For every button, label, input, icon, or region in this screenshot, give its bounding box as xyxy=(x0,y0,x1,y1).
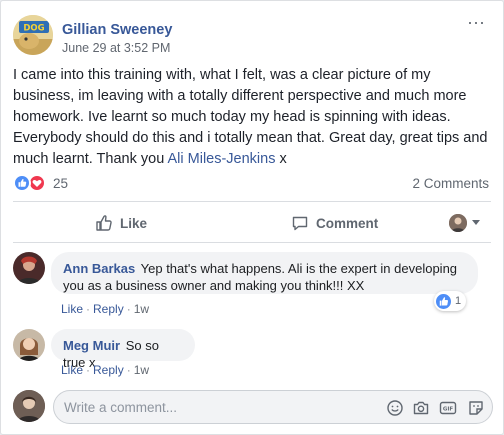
comment-reaction-count: 1 xyxy=(455,295,462,307)
comment-box: GIF xyxy=(53,390,493,424)
post-card: DOG Gillian Sweeney June 29 at 3:52 PM ·… xyxy=(0,0,504,435)
camera-icon[interactable] xyxy=(412,399,430,417)
comment-time[interactable]: 1w xyxy=(134,363,149,377)
reactions-bar: 25 2 Comments xyxy=(13,174,489,192)
divider xyxy=(13,242,491,243)
viewer-selector[interactable] xyxy=(449,214,485,234)
comment-input[interactable] xyxy=(64,391,364,423)
commenter-avatar[interactable] xyxy=(13,252,45,284)
comment-actions: Like · Reply · 1w xyxy=(61,302,150,316)
comment-reply-link[interactable]: Reply xyxy=(93,302,124,316)
mention-link[interactable]: Ali Miles-Jenkins xyxy=(168,151,276,167)
comment-count-link[interactable]: 2 Comments xyxy=(412,176,489,191)
comment-bubble: Meg Muir So so true x xyxy=(51,329,195,370)
sticker-icon[interactable] xyxy=(467,399,485,417)
author-avatar[interactable]: DOG xyxy=(13,15,53,55)
commenter-avatar[interactable] xyxy=(13,329,45,361)
comment-item: Ann Barkas Yep that's what happens. Ali … xyxy=(13,252,493,322)
comment-bubble: Ann Barkas Yep that's what happens. Ali … xyxy=(51,252,478,294)
viewer-avatar xyxy=(449,214,467,232)
comment-item: Meg Muir So so true x Like · Reply · 1w xyxy=(13,329,493,379)
comment-time[interactable]: 1w xyxy=(134,302,149,316)
svg-text:DOG: DOG xyxy=(23,24,44,34)
emoji-icon[interactable] xyxy=(386,399,404,417)
like-button-label: Like xyxy=(120,215,148,231)
more-options-icon[interactable]: ··· xyxy=(467,13,485,31)
commenter-name[interactable]: Ann Barkas xyxy=(63,261,135,276)
comment-button-label: Comment xyxy=(316,215,379,231)
commenter-name[interactable]: Meg Muir xyxy=(63,338,120,353)
reaction-icons[interactable] xyxy=(13,174,51,192)
comment-reply-link[interactable]: Reply xyxy=(93,363,124,377)
avatar-image: DOG xyxy=(13,15,53,55)
reaction-count[interactable]: 25 xyxy=(53,176,68,191)
post-body-suffix: x xyxy=(275,151,287,167)
gif-icon[interactable]: GIF xyxy=(439,399,457,417)
comment-composer: GIF xyxy=(13,388,493,424)
post-header: DOG Gillian Sweeney June 29 at 3:52 PM ·… xyxy=(13,13,485,57)
speech-bubble-icon xyxy=(292,216,308,231)
svg-text:GIF: GIF xyxy=(443,407,454,413)
comment-like-link[interactable]: Like xyxy=(61,363,83,377)
comment-reactions[interactable]: 1 xyxy=(434,291,467,311)
like-button[interactable]: Like xyxy=(95,207,147,239)
comment-actions: Like · Reply · 1w xyxy=(61,363,150,377)
post-text: I came into this training with, what I f… xyxy=(13,65,495,170)
comment-like-link[interactable]: Like xyxy=(61,302,83,316)
chevron-down-icon xyxy=(472,220,480,225)
like-reaction-icon xyxy=(436,293,451,309)
post-timestamp[interactable]: June 29 at 3:52 PM xyxy=(62,41,170,55)
like-reaction-icon xyxy=(13,174,31,192)
action-bar: Like Comment xyxy=(1,207,504,239)
divider xyxy=(13,201,491,202)
composer-avatar xyxy=(13,390,45,422)
thumbs-up-icon xyxy=(96,215,112,231)
comment-button[interactable]: Comment xyxy=(291,207,378,239)
author-name[interactable]: Gillian Sweeney xyxy=(62,22,172,38)
